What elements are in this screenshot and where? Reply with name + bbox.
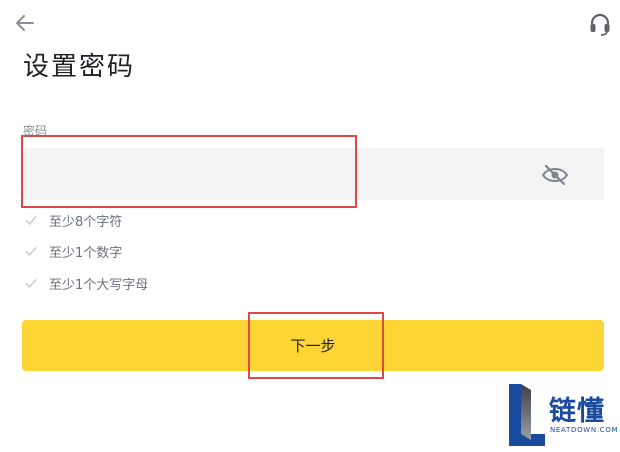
headset-support-icon[interactable] [586, 10, 614, 38]
password-rule-number: 至少1个数字 [24, 241, 122, 261]
check-icon [25, 278, 37, 289]
rule-text: 至少8个字符 [49, 214, 123, 230]
watermark-title: 链懂 [549, 396, 605, 427]
check-icon [25, 246, 37, 257]
password-rule-length: 至少8个字符 [24, 210, 122, 230]
eye-off-icon[interactable] [538, 160, 572, 190]
watermark-subtitle: NEATDOWN.COM [550, 426, 619, 434]
page-title: 设置密码 [23, 52, 136, 82]
rule-text: 至少1个大写字母 [49, 277, 149, 293]
password-rule-uppercase: 至少1个大写字母 [24, 273, 148, 293]
next-step-button[interactable]: 下一步 [22, 320, 604, 371]
password-label: 密码 [23, 124, 48, 138]
rule-text: 至少1个数字 [49, 245, 123, 261]
watermark-logo [507, 382, 547, 448]
password-input[interactable] [23, 148, 604, 200]
check-icon [25, 215, 37, 226]
back-arrow-icon[interactable] [12, 10, 38, 36]
